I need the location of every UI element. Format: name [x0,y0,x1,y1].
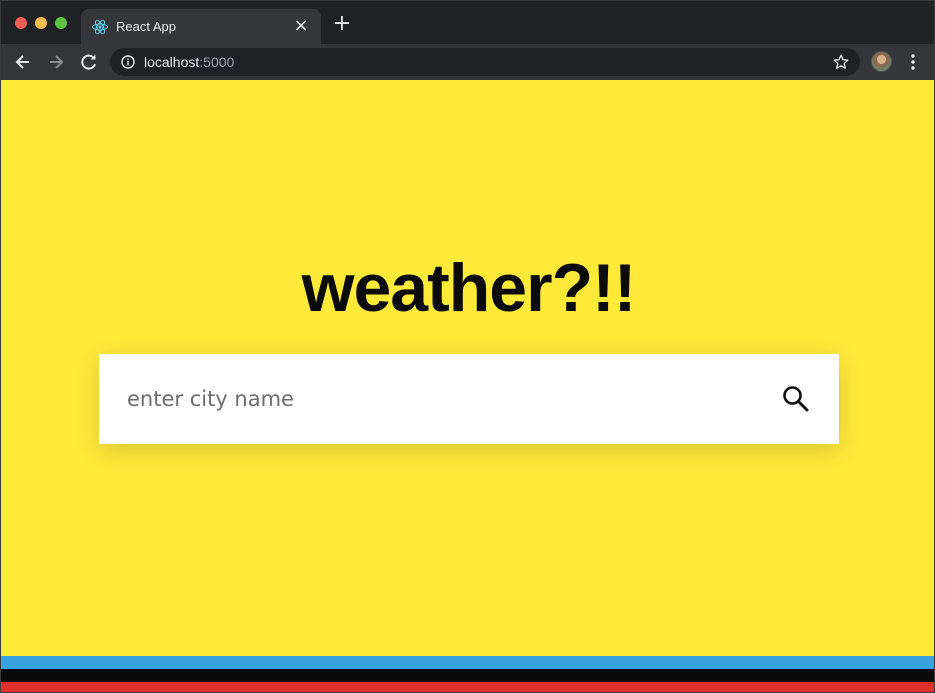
black-stripe [1,669,934,682]
tab-strip: React App × + [1,1,934,44]
close-window-button[interactable] [15,17,27,29]
tab-react-app[interactable]: React App × [81,9,321,44]
star-icon[interactable] [832,53,850,71]
url-port: :5000 [199,54,235,70]
reload-icon[interactable] [79,52,99,72]
forward-icon[interactable] [46,52,66,72]
close-tab-icon[interactable]: × [291,16,311,36]
search-icon[interactable] [781,384,811,414]
red-stripe [1,682,934,692]
url-text: localhost:5000 [144,54,234,70]
browser-toolbar: localhost:5000 [1,44,934,80]
info-icon[interactable] [121,55,135,69]
browser-window: React App × + localhost:5000 weather?!! … [0,0,935,693]
blue-stripe [1,656,934,669]
search-box [99,354,839,444]
page-title: weather?!! [301,250,637,326]
back-icon[interactable] [13,52,33,72]
url-host: localhost [144,54,200,70]
minimize-window-button[interactable] [35,17,47,29]
menu-icon[interactable] [903,52,923,72]
page-content: weather?!! [1,80,934,692]
tab-title: React App [116,19,176,34]
maximize-window-button[interactable] [55,17,67,29]
profile-avatar[interactable] [871,51,892,72]
address-bar[interactable]: localhost:5000 [110,48,860,76]
new-tab-button[interactable]: + [332,13,352,35]
city-search-input[interactable] [127,379,757,419]
react-icon [92,19,108,35]
